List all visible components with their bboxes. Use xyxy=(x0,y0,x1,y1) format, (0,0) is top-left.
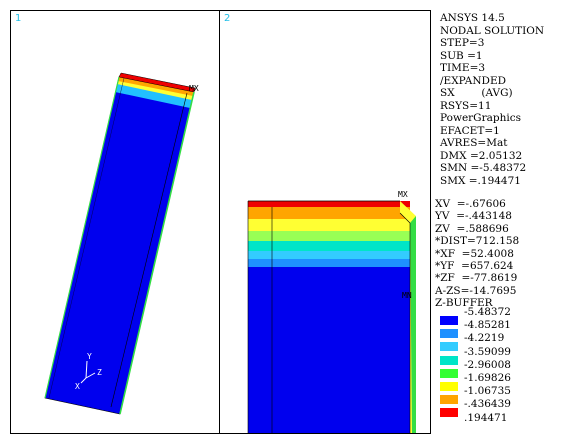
view-param-line: YV =-.443148 xyxy=(435,210,512,223)
legend-value: -1.06735 xyxy=(464,385,511,398)
info-line: RSYS=11 xyxy=(440,99,492,112)
legend-swatch xyxy=(440,408,458,418)
legend-swatch xyxy=(440,382,458,391)
legend-value: -1.69826 xyxy=(464,372,511,384)
info-line: SMN =-5.48372 xyxy=(440,162,527,174)
view-param-line: *YF =657.624 xyxy=(435,260,514,273)
legend-entry: -2.96008 xyxy=(440,358,588,371)
legend-entry: .194471 xyxy=(440,411,588,424)
viewport-1[interactable]: 1 MX Y Z X xyxy=(10,10,220,434)
legend-entry: -1.69826 xyxy=(440,372,588,384)
legend-value: -.436439 xyxy=(464,398,511,411)
legend-swatch xyxy=(440,342,458,352)
legend-value: -2.96008 xyxy=(464,358,511,371)
info-line: NODAL SOLUTION xyxy=(440,24,545,37)
legend-entry: -4.85281 xyxy=(440,319,588,332)
legend-value: -5.48372 xyxy=(464,306,511,318)
cylinder-shell-1 xyxy=(44,72,196,415)
cylinder-zoom-2 xyxy=(247,200,416,433)
info-line: /EXPANDED xyxy=(440,74,507,87)
max-label-1: MX xyxy=(189,84,199,93)
view-param-line: *XF =52.4008 xyxy=(435,247,514,260)
view-param-line: *ZF =-77.8619 xyxy=(435,272,518,285)
legend-entry: -3.59099 xyxy=(440,345,588,358)
legend-value: -3.59099 xyxy=(464,345,511,358)
legend-entry: -5.48372 xyxy=(440,306,588,318)
legend-swatch xyxy=(440,316,458,325)
legend-swatch xyxy=(440,329,458,339)
legend-value: -4.2219 xyxy=(464,332,505,345)
legend-value: -4.85281 xyxy=(464,319,511,332)
info-line: SUB =1 xyxy=(440,49,483,62)
triad-x-label: X xyxy=(75,382,80,391)
legend-entry: -1.06735 xyxy=(440,385,588,398)
legend-value: .194471 xyxy=(464,411,508,424)
view-param-line: *DIST=712.158 xyxy=(435,235,520,248)
info-line: SX (AVG) xyxy=(440,87,513,99)
max-label-2: MX xyxy=(398,190,408,199)
legend-entry: -4.2219 xyxy=(440,332,588,345)
view-parameters: XV =-.67606 YV =-.443148 ZV =.588696 *DIST=… xyxy=(435,198,519,310)
viewport-1-model: MX Y Z X xyxy=(44,72,199,415)
viewport-2[interactable]: 2 MX MN xyxy=(219,10,431,434)
triad-z-label: Z xyxy=(97,368,102,377)
legend-swatch xyxy=(440,355,458,365)
info-line: TIME=3 xyxy=(440,62,486,74)
viewport-2-model: MX MN xyxy=(247,190,416,433)
info-line: AVRES=Mat xyxy=(440,137,508,149)
triad-y-label: Y xyxy=(87,352,92,361)
info-line: PowerGraphics xyxy=(440,112,521,124)
info-line: SMX =.194471 xyxy=(440,174,521,187)
info-line: ANSYS 14.5 xyxy=(440,12,505,24)
view-param-line: XV =-.67606 xyxy=(435,198,506,210)
legend-swatch xyxy=(440,395,458,405)
legend-swatch xyxy=(440,368,458,378)
info-line: STEP=3 xyxy=(440,37,485,49)
solution-info: ANSYS 14.5 NODAL SOLUTION STEP=3 SUB =1 TIME… xyxy=(440,12,544,187)
info-line: EFACET=1 xyxy=(440,124,500,137)
info-line: DMX =2.05132 xyxy=(440,149,523,162)
view-param-line: A-ZS=-14.7695 xyxy=(435,284,517,297)
min-label-2: MN xyxy=(402,291,412,300)
legend-entry: -.436439 xyxy=(440,398,588,411)
view-param-line: ZV =.588696 xyxy=(435,222,509,235)
